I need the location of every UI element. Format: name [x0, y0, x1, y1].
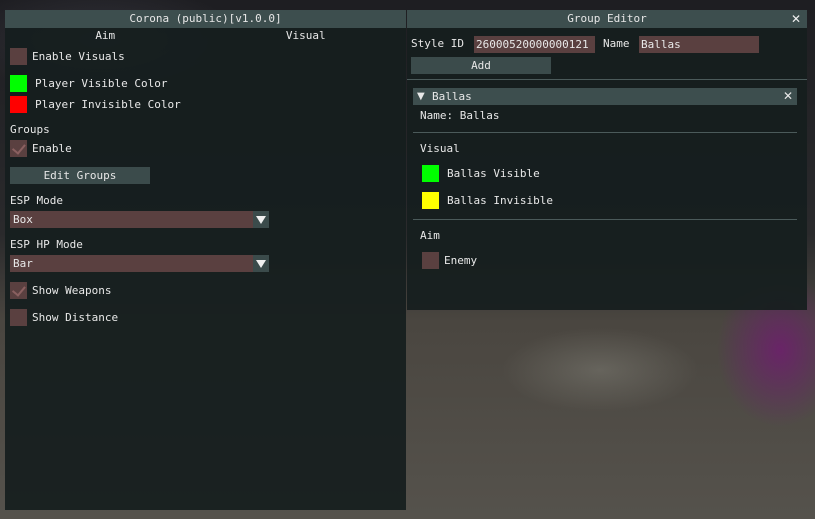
group-name-text: Name: Ballas	[420, 109, 500, 122]
enable-visuals-row[interactable]: Enable Visuals	[10, 48, 125, 65]
ballas-invisible-row[interactable]: Ballas Invisible	[422, 192, 553, 209]
show-weapons-label: Show Weapons	[32, 284, 112, 297]
divider	[413, 132, 797, 133]
group-header-label: Ballas	[432, 90, 472, 103]
style-id-input[interactable]: 26000520000000121	[474, 36, 595, 53]
groups-enable-checkbox[interactable]	[10, 139, 27, 157]
ballas-invisible-color-swatch[interactable]	[422, 192, 439, 209]
show-distance-row[interactable]: Show Distance	[10, 309, 118, 326]
player-visible-color-label: Player Visible Color	[35, 77, 168, 90]
edit-groups-button[interactable]: Edit Groups	[10, 167, 150, 184]
add-button[interactable]: Add	[411, 57, 551, 74]
groups-enable-row[interactable]: Enable	[10, 139, 72, 157]
style-id-label: Style ID	[411, 37, 464, 50]
enable-visuals-checkbox[interactable]	[10, 48, 27, 65]
player-invisible-color-row[interactable]: Player Invisible Color	[10, 96, 181, 113]
check-icon	[11, 139, 26, 155]
groups-enable-label: Enable	[32, 142, 72, 155]
name-label: Name	[603, 37, 630, 50]
ballas-visible-color-swatch[interactable]	[422, 165, 439, 182]
check-icon	[11, 281, 26, 297]
tab-bar: Aim Visual	[5, 28, 406, 44]
enemy-label: Enemy	[444, 254, 478, 267]
player-visible-color-swatch[interactable]	[10, 75, 27, 92]
show-weapons-checkbox[interactable]	[10, 281, 27, 299]
group-editor-title: Group Editor	[567, 12, 647, 25]
ballas-visible-row[interactable]: Ballas Visible	[422, 165, 540, 182]
main-window-title: Corona (public)[v1.0.0]	[129, 12, 282, 25]
chevron-down-icon[interactable]	[253, 211, 269, 228]
tab-visual[interactable]: Visual	[206, 28, 407, 44]
esp-hp-mode-value: Bar	[13, 257, 33, 270]
divider	[413, 219, 797, 220]
esp-mode-label: ESP Mode	[10, 194, 63, 207]
group-editor-titlebar[interactable]: Group Editor ✕	[407, 10, 807, 28]
divider	[407, 79, 807, 80]
show-distance-label: Show Distance	[32, 311, 119, 324]
enable-visuals-label: Enable Visuals	[32, 50, 125, 63]
group-aim-label: Aim	[420, 229, 440, 242]
player-invisible-color-swatch[interactable]	[10, 96, 27, 113]
close-icon[interactable]: ✕	[791, 10, 801, 28]
close-icon[interactable]: ✕	[783, 88, 793, 105]
player-visible-color-row[interactable]: Player Visible Color	[10, 75, 167, 92]
enemy-row[interactable]: Enemy	[422, 252, 477, 269]
chevron-down-icon[interactable]	[253, 255, 269, 272]
ballas-visible-label: Ballas Visible	[447, 167, 540, 180]
player-invisible-color-label: Player Invisible Color	[35, 98, 181, 111]
esp-mode-select[interactable]: Box	[10, 211, 269, 228]
group-visual-label: Visual	[420, 142, 460, 155]
ballas-invisible-label: Ballas Invisible	[447, 194, 553, 207]
group-header-ballas[interactable]: ▼ Ballas ✕	[413, 88, 797, 105]
esp-hp-mode-select[interactable]: Bar	[10, 255, 269, 272]
name-input[interactable]: Ballas	[639, 36, 759, 53]
esp-mode-value: Box	[13, 213, 33, 226]
enemy-checkbox[interactable]	[422, 252, 439, 269]
show-weapons-row[interactable]: Show Weapons	[10, 281, 112, 299]
groups-section-label: Groups	[10, 123, 50, 136]
collapse-arrow-icon[interactable]: ▼	[417, 88, 425, 105]
main-window-titlebar[interactable]: Corona (public)[v1.0.0]	[5, 10, 406, 28]
esp-hp-mode-label: ESP HP Mode	[10, 238, 83, 251]
show-distance-checkbox[interactable]	[10, 309, 27, 326]
tab-aim[interactable]: Aim	[5, 28, 206, 44]
